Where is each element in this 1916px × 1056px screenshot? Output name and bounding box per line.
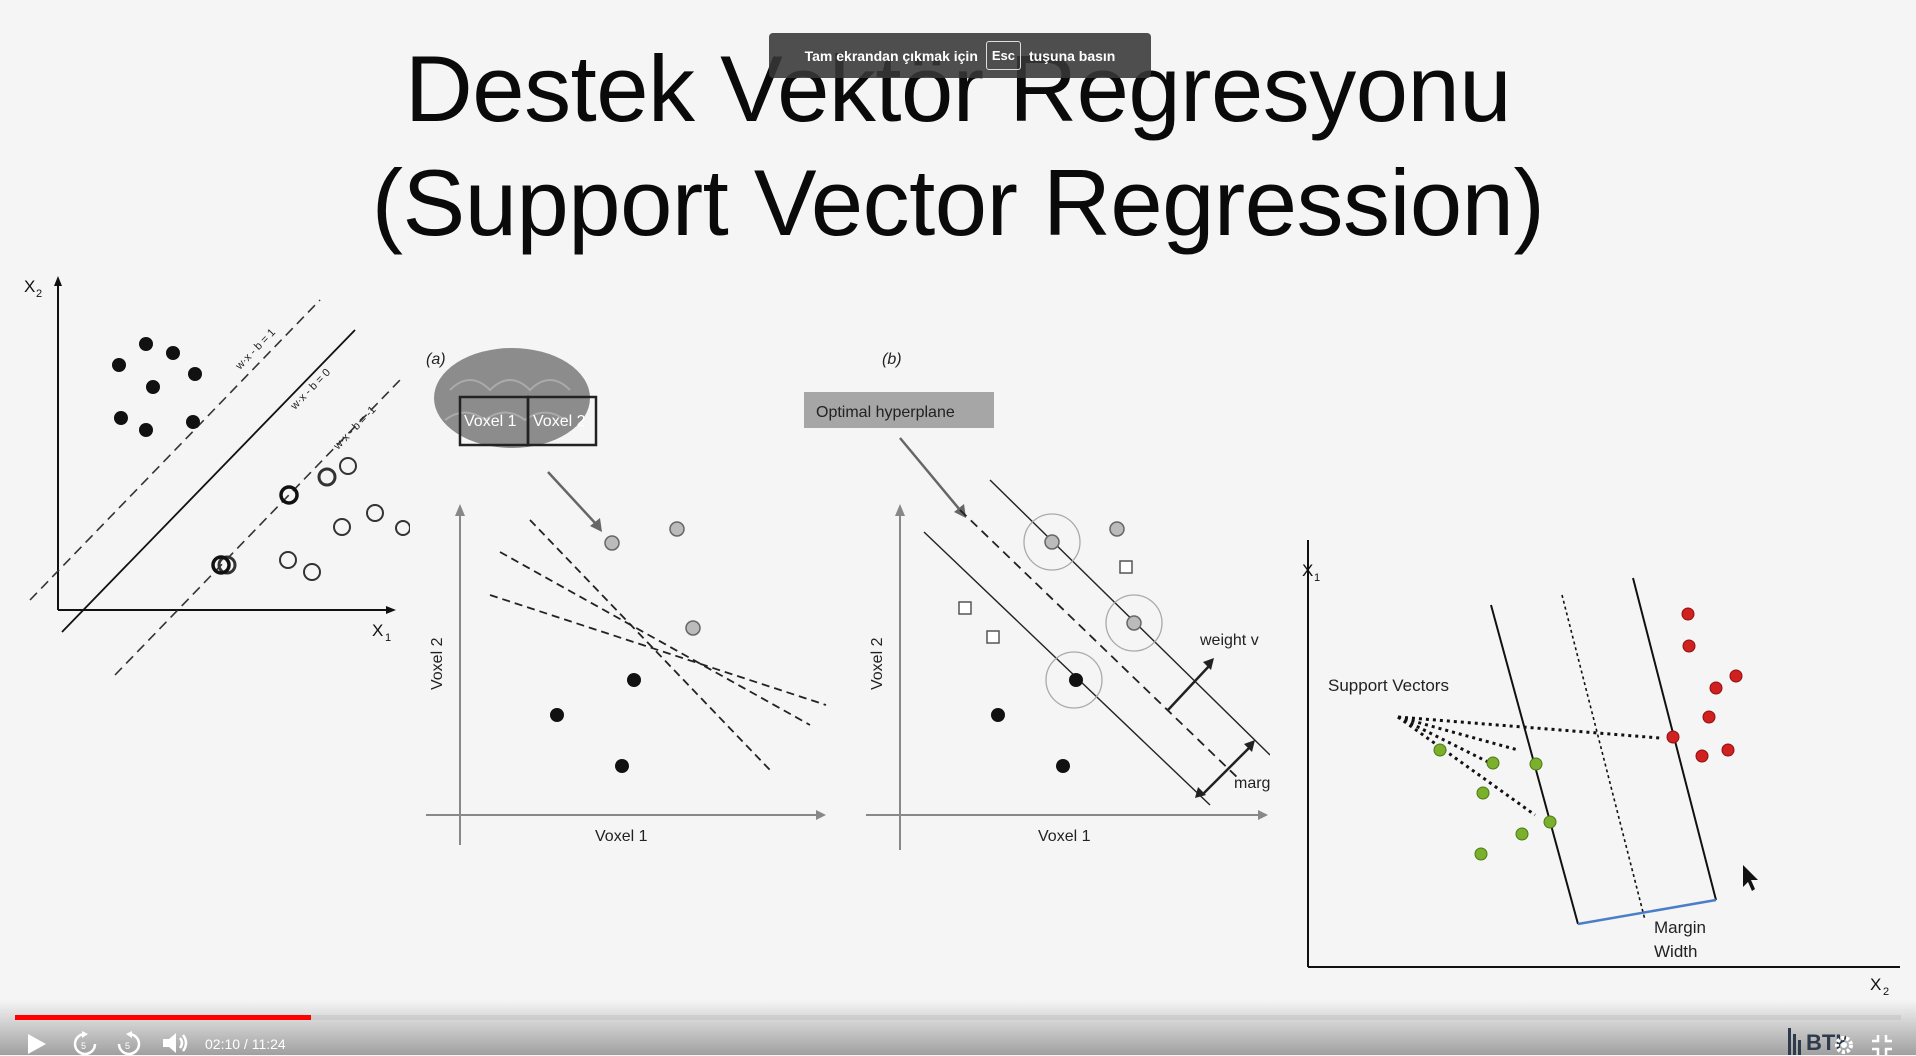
svm-margin-figure: X 2 X 1 w·x - b = 1 w·x - b = 0 w·x - b … <box>24 276 410 676</box>
hyperplane-label: Optimal hyperplane <box>816 404 955 421</box>
panel-a-y-axis-label: Voxel 2 <box>429 637 446 690</box>
fig4-y-axis-sub: 1 <box>1314 572 1320 584</box>
voxel2-label: Voxel 2 <box>533 413 586 430</box>
exit-fullscreen-button[interactable] <box>1870 1033 1894 1055</box>
toast-text-after: tuşuna basın <box>1029 47 1116 64</box>
volume-button[interactable] <box>160 1030 190 1056</box>
voxel1-label: Voxel 1 <box>464 413 517 430</box>
progress-bar-played <box>15 1015 312 1020</box>
margin-width-line1: Margin <box>1654 918 1706 937</box>
fullscreen-exit-toast: Tam ekrandan çıkmak için Esc tuşuna bası… <box>769 33 1151 78</box>
support-vectors-label: Support Vectors <box>1328 676 1449 695</box>
play-icon <box>28 1034 46 1054</box>
panel-a-x-axis-label: Voxel 1 <box>595 828 648 845</box>
esc-key-badge: Esc <box>985 41 1022 70</box>
panel-a-label: (a) <box>426 351 446 368</box>
exit-fullscreen-icon <box>1872 1035 1892 1055</box>
fig4-y-axis-label: X <box>1302 561 1313 580</box>
skip-forward-seconds: 5 <box>125 1041 130 1051</box>
fig1-x-axis-label: X <box>372 621 383 640</box>
fig1-x-axis-sub: 1 <box>385 632 391 644</box>
weight-label: weight v <box>1199 632 1259 649</box>
margin-width-line2: Width <box>1654 942 1697 961</box>
skip-back-seconds: 5 <box>81 1041 86 1051</box>
settings-button[interactable] <box>1832 1033 1856 1055</box>
fig4-x-axis-sub: 2 <box>1883 986 1889 998</box>
mouse-cursor-icon <box>1743 865 1758 891</box>
skip-back-button[interactable]: 5 <box>70 1030 100 1056</box>
skip-forward-button[interactable]: 5 <box>114 1030 144 1056</box>
volume-icon <box>163 1033 176 1053</box>
panel-b-x-axis-label: Voxel 1 <box>1038 828 1091 845</box>
play-button[interactable] <box>24 1032 50 1056</box>
margin-label: marg <box>1234 775 1270 792</box>
support-vectors-figure: X 1 X 2 Support Vectors Margin Width <box>1302 540 1900 998</box>
progress-bar[interactable] <box>15 1015 1901 1020</box>
presentation-slide: Destek Vektör Regresyonu (Support Vector… <box>0 0 1916 1055</box>
toast-text-before: Tam ekrandan çıkmak için <box>804 47 978 64</box>
fig4-x-axis-label: X <box>1870 975 1881 994</box>
panel-b-label: (b) <box>882 351 902 368</box>
playback-time: 02:10 / 11:24 <box>205 1036 286 1052</box>
player-controls-bar <box>0 1000 1916 1055</box>
panel-a-figure: (a) Voxel 1 Voxel 2 Voxel 2 Voxel 1 <box>426 348 827 845</box>
fig1-y-axis-label: X <box>24 277 35 296</box>
slide-title-line2: (Support Vector Regression) <box>371 150 1545 255</box>
panel-b-y-axis-label: Voxel 2 <box>869 637 886 690</box>
fig1-line-label-bot: w·x - b = -1 <box>331 404 379 453</box>
fig1-line-label-mid: w·x - b = 0 <box>288 367 333 413</box>
fig1-y-axis-sub: 2 <box>36 288 42 300</box>
panel-b-figure: (b) Optimal hyperplane Voxel 2 Voxel 1 w… <box>804 351 1270 850</box>
